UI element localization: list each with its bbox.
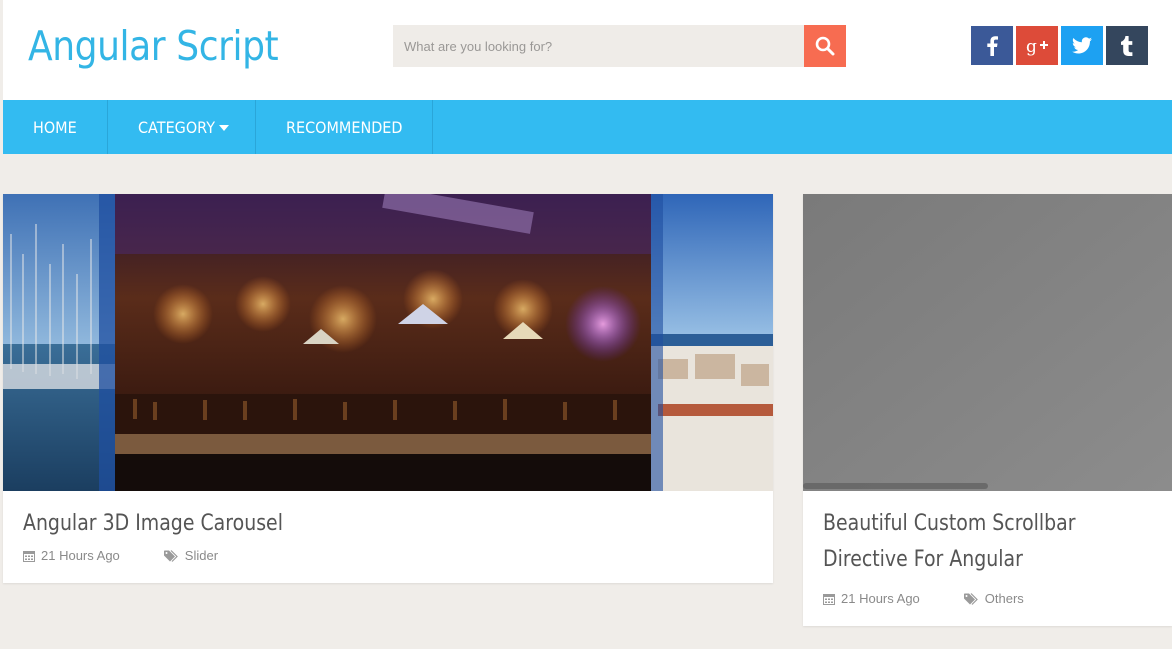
google-plus-icon: g xyxy=(1026,37,1048,56)
google-plus-button[interactable]: g xyxy=(1016,26,1058,65)
post-meta: 21 Hours Ago Slider xyxy=(23,548,218,563)
twitter-button[interactable] xyxy=(1061,26,1103,65)
post-tag[interactable]: Slider xyxy=(163,548,219,563)
post-tag-text: Others xyxy=(984,591,1024,606)
search-form xyxy=(393,25,846,67)
site-logo[interactable]: Angular Script xyxy=(28,22,279,70)
search-icon xyxy=(815,36,835,56)
post-thumbnail[interactable] xyxy=(3,194,773,491)
site-header: Angular Script g xyxy=(3,0,1172,100)
tumblr-icon xyxy=(1121,35,1133,56)
post-date: 21 Hours Ago xyxy=(823,591,920,606)
nav-item-home[interactable]: HOME xyxy=(3,100,108,154)
calendar-icon xyxy=(23,550,35,562)
search-input[interactable] xyxy=(393,25,804,67)
svg-text:g: g xyxy=(1026,37,1037,56)
tags-icon xyxy=(963,592,978,605)
post-title[interactable]: Angular 3D Image Carousel xyxy=(23,506,283,542)
tumblr-button[interactable] xyxy=(1106,26,1148,65)
facebook-icon xyxy=(987,35,998,56)
nav-item-category[interactable]: CATEGORY xyxy=(108,100,256,154)
nav-item-label: RECOMMENDED xyxy=(286,117,403,137)
post-tag-text: Slider xyxy=(184,548,219,563)
post-card: Beautiful Custom Scrollbar Directive For… xyxy=(803,194,1172,626)
post-date-text: 21 Hours Ago xyxy=(841,591,920,606)
caret-down-icon xyxy=(218,125,229,131)
post-card: Angular 3D Image Carousel 21 Hours Ago S… xyxy=(3,194,773,583)
post-tag[interactable]: Others xyxy=(963,591,1024,606)
tags-icon xyxy=(163,549,178,562)
facebook-button[interactable] xyxy=(971,26,1013,65)
calendar-icon xyxy=(823,593,835,605)
post-date-text: 21 Hours Ago xyxy=(41,548,120,563)
post-title-line-2[interactable]: Directive For Angular xyxy=(823,542,1023,578)
main-nav: HOME CATEGORY RECOMMENDED xyxy=(3,100,1172,154)
post-title-line-1[interactable]: Beautiful Custom Scrollbar xyxy=(823,506,1076,542)
nav-item-recommended[interactable]: RECOMMENDED xyxy=(256,100,433,154)
twitter-icon xyxy=(1072,37,1092,54)
post-date: 21 Hours Ago xyxy=(23,548,120,563)
search-button[interactable] xyxy=(804,25,846,67)
post-thumbnail[interactable] xyxy=(803,194,1172,491)
nav-item-label: CATEGORY xyxy=(138,117,216,137)
nav-item-label: HOME xyxy=(33,117,77,137)
post-meta: 21 Hours Ago Others xyxy=(823,591,1024,606)
